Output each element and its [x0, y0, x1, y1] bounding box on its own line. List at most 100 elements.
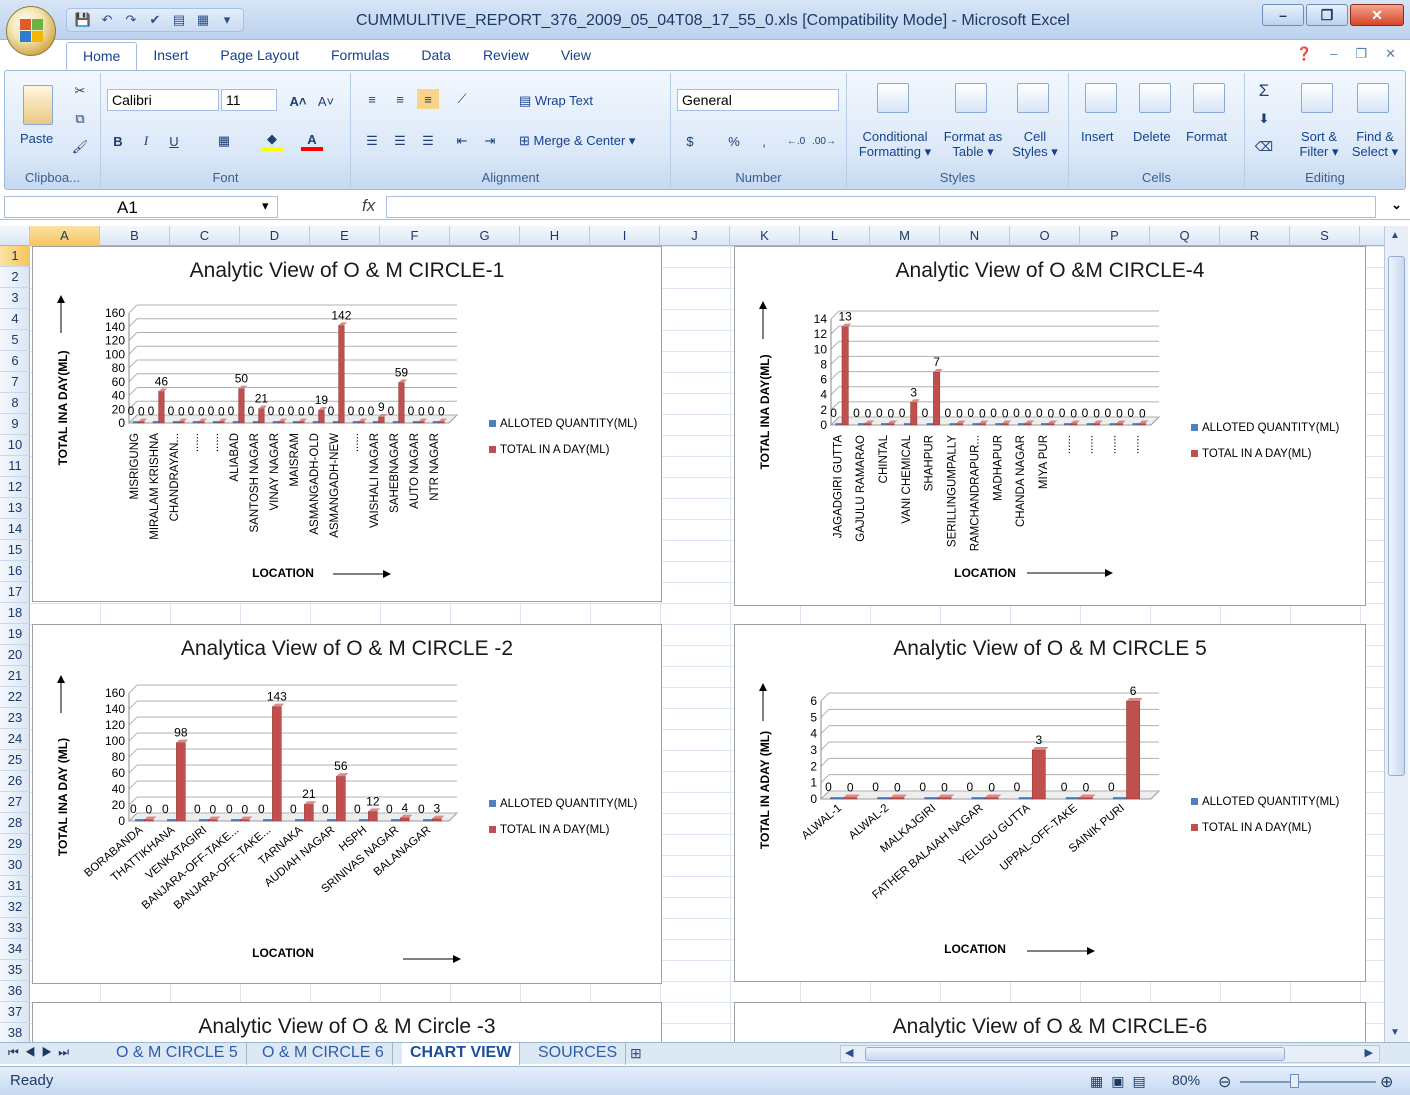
row-header-14[interactable]: 14	[0, 519, 30, 540]
ribbon-restore-icon[interactable]: ❐	[1355, 46, 1367, 62]
row-header-25[interactable]: 25	[0, 750, 30, 771]
row-header-11[interactable]: 11	[0, 456, 30, 477]
row-header-22[interactable]: 22	[0, 687, 30, 708]
insert-sheet-icon[interactable]: ⊞	[630, 1045, 642, 1062]
chart-circle-3[interactable]: Analytic View of O & M Circle -3	[32, 1002, 662, 1042]
column-header-G[interactable]: G	[450, 226, 520, 246]
format-painter-icon[interactable]: 🖌	[69, 137, 91, 157]
sheet-navigation-icons[interactable]: ⏮◀▶⏭	[8, 1045, 75, 1060]
chart-circle-4[interactable]: Analytic View of O &M CIRCLE-4 0 2 4 6 8 10 12 1…	[734, 246, 1366, 606]
row-header-23[interactable]: 23	[0, 708, 30, 729]
column-header-P[interactable]: P	[1080, 226, 1150, 246]
fill-icon[interactable]: ⬇	[1253, 109, 1275, 129]
scroll-up-icon[interactable]: ▲	[1390, 230, 1400, 241]
column-header-R[interactable]: R	[1220, 226, 1290, 246]
row-header-12[interactable]: 12	[0, 477, 30, 498]
column-header-F[interactable]: F	[380, 226, 450, 246]
column-header-Q[interactable]: Q	[1150, 226, 1220, 246]
zoom-in-icon[interactable]: ⊕	[1380, 1072, 1393, 1092]
row-header-38[interactable]: 38	[0, 1023, 30, 1044]
decrease-indent-icon[interactable]: ⇤	[451, 131, 473, 151]
column-header-N[interactable]: N	[940, 226, 1010, 246]
grow-font-icon[interactable]: A˄	[287, 91, 309, 111]
customize-qat-icon[interactable]: ▾	[217, 11, 237, 29]
chart-circle-5[interactable]: Analytic View of O & M CIRCLE 5012345600…	[734, 624, 1366, 982]
fill-color-icon[interactable]: ◆	[261, 131, 283, 151]
save-icon[interactable]: 💾	[73, 11, 93, 29]
column-header-M[interactable]: M	[870, 226, 940, 246]
font-name-box[interactable]: Calibri	[107, 89, 219, 111]
print-icon[interactable]: ▤	[169, 11, 189, 29]
insert-cells-icon[interactable]	[1085, 83, 1117, 113]
align-top-icon[interactable]: ≡	[361, 89, 383, 109]
find-select-icon[interactable]	[1357, 83, 1389, 113]
merge-center-button[interactable]: ⊞ Merge & Center ▾	[519, 133, 635, 149]
tab-review[interactable]: Review	[467, 42, 545, 70]
chart-circle-6[interactable]: Analytic View of O & M CIRCLE-6	[734, 1002, 1366, 1042]
zoom-out-icon[interactable]: ⊖	[1218, 1072, 1231, 1092]
column-header-E[interactable]: E	[310, 226, 380, 246]
row-header-3[interactable]: 3	[0, 288, 30, 309]
cell-styles-button[interactable]: Cell Styles ▾	[1007, 129, 1063, 160]
paste-icon[interactable]	[23, 85, 53, 125]
align-center-icon[interactable]: ☰	[389, 131, 411, 151]
scroll-right-icon[interactable]: ▶	[1365, 1046, 1373, 1059]
row-header-21[interactable]: 21	[0, 666, 30, 687]
font-size-box[interactable]: 11	[221, 89, 277, 111]
ribbon-minimize-icon[interactable]: –	[1330, 46, 1337, 62]
tab-formulas[interactable]: Formulas	[315, 42, 405, 70]
number-format-box[interactable]: General	[677, 89, 839, 111]
format-button[interactable]: Format	[1186, 129, 1227, 144]
tab-view[interactable]: View	[545, 42, 607, 70]
row-header-7[interactable]: 7	[0, 372, 30, 393]
cut-icon[interactable]: ✂	[69, 81, 91, 101]
restore-button[interactable]: ❐	[1306, 4, 1348, 26]
sort-filter-icon[interactable]	[1301, 83, 1333, 113]
scroll-down-icon[interactable]: ▼	[1390, 1027, 1400, 1038]
cell-styles-icon[interactable]	[1017, 83, 1049, 113]
align-left-icon[interactable]: ☰	[361, 131, 383, 151]
ribbon-close-icon[interactable]: ✕	[1385, 46, 1396, 62]
clear-icon[interactable]: ⌫	[1253, 137, 1275, 157]
name-box[interactable]: A1	[4, 196, 278, 218]
italic-button[interactable]: I	[135, 131, 157, 151]
row-header-10[interactable]: 10	[0, 435, 30, 456]
help-icon[interactable]: ❓	[1296, 46, 1312, 62]
row-header-9[interactable]: 9	[0, 414, 30, 435]
vertical-scrollbar[interactable]: ▲ ▼	[1384, 226, 1408, 1042]
tab-insert[interactable]: Insert	[137, 42, 204, 70]
wrap-text-button[interactable]: ▤ Wrap Text	[519, 93, 593, 109]
minimize-button[interactable]: –	[1262, 4, 1304, 26]
row-header-33[interactable]: 33	[0, 918, 30, 939]
row-header-8[interactable]: 8	[0, 393, 30, 414]
row-header-19[interactable]: 19	[0, 624, 30, 645]
undo-icon[interactable]: ↶	[97, 11, 117, 29]
chart-circle-2[interactable]: Analytica View of O & M CIRCLE -2 0 20 40 60…	[32, 624, 662, 984]
format-cells-icon[interactable]	[1193, 83, 1225, 113]
row-header-31[interactable]: 31	[0, 876, 30, 897]
horizontal-scrollbar[interactable]: ◀ ▶	[840, 1045, 1380, 1063]
zoom-slider-thumb[interactable]	[1290, 1074, 1299, 1088]
column-header-O[interactable]: O	[1010, 226, 1080, 246]
row-header-32[interactable]: 32	[0, 897, 30, 918]
column-header-A[interactable]: A	[30, 226, 100, 246]
office-button[interactable]	[6, 6, 56, 56]
delete-button[interactable]: Delete	[1133, 129, 1171, 144]
tab-page-layout[interactable]: Page Layout	[204, 42, 315, 70]
horizontal-scroll-thumb[interactable]	[865, 1047, 1285, 1061]
underline-button[interactable]: U	[163, 131, 185, 151]
row-header-35[interactable]: 35	[0, 960, 30, 981]
sheet-tab-circle-6[interactable]: O & M CIRCLE 6	[254, 1043, 393, 1065]
align-middle-icon[interactable]: ≡	[389, 89, 411, 109]
row-header-27[interactable]: 27	[0, 792, 30, 813]
column-header-J[interactable]: J	[660, 226, 730, 246]
column-header-C[interactable]: C	[170, 226, 240, 246]
align-right-icon[interactable]: ☰	[417, 131, 439, 151]
sheet-tab-chart-view[interactable]: CHART VIEW	[402, 1043, 521, 1065]
worksheet-grid[interactable]: Analytic View of O & M CIRCLE-1 0 20 40 60 80…	[30, 246, 1384, 1042]
find-select-button[interactable]: Find & Select ▾	[1349, 129, 1401, 160]
conditional-formatting-button[interactable]: Conditional Formatting ▾	[855, 129, 935, 160]
view-buttons-icons[interactable]: ▦▣▤	[1090, 1073, 1154, 1090]
font-color-icon[interactable]: A	[301, 131, 323, 151]
zoom-slider[interactable]	[1240, 1081, 1376, 1083]
